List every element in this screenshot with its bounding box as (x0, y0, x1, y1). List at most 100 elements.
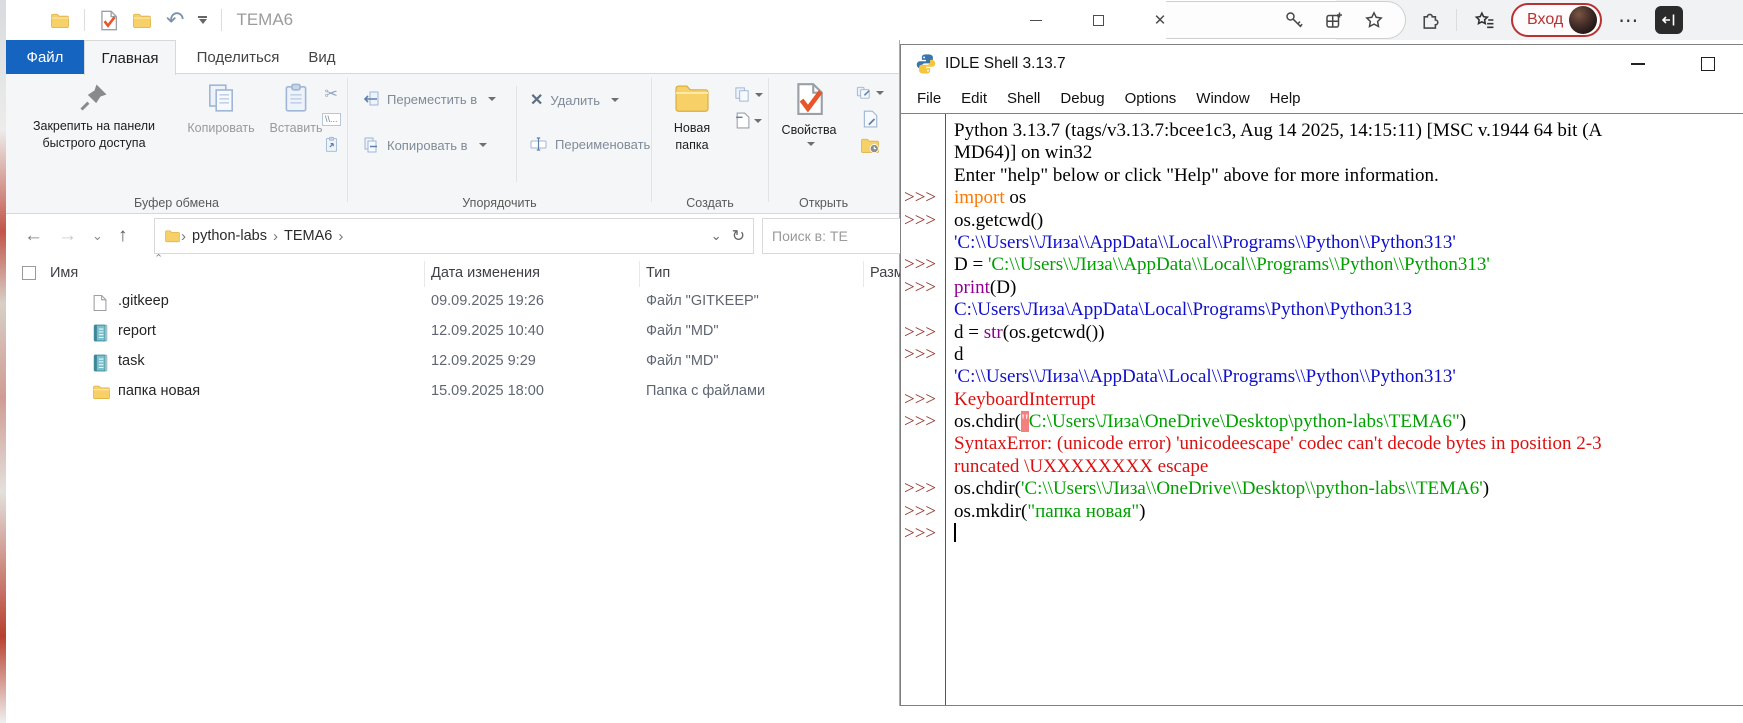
clipboard-small-buttons: ✂ \\... (322, 84, 341, 154)
cut-scissors-icon[interactable]: ✂ (325, 84, 338, 104)
menu-debug[interactable]: Debug (1050, 90, 1114, 107)
sidebar-toggle-icon[interactable] (1655, 6, 1683, 34)
console-line: d = str(os.getcwd()) (954, 322, 1743, 344)
column-name[interactable]: Имя (50, 265, 78, 281)
column-headers: ⌃ Имя Дата изменения Тип Разм (6, 258, 899, 292)
idle-maximize-button[interactable] (1683, 45, 1733, 83)
column-size[interactable]: Разм (870, 265, 904, 281)
menu-file[interactable]: File (907, 90, 951, 107)
file-row[interactable]: report12.09.2025 10:40Файл "MD" (6, 318, 899, 348)
address-dropdown-caret-icon[interactable]: ⌄ (711, 228, 722, 244)
properties-check-icon (794, 82, 824, 116)
rename-icon (530, 136, 548, 152)
menu-window[interactable]: Window (1186, 90, 1259, 107)
file-icon (92, 294, 110, 312)
explorer-window: Файл Главная Поделиться Вид Закрепить на… (6, 40, 900, 706)
menu-options[interactable]: Options (1115, 90, 1187, 107)
copy-path-icon[interactable]: \\... (322, 113, 341, 126)
breadcrumb[interactable]: › python-labs › ТЕМА6 › ⌄ ↻ (154, 218, 754, 254)
history-folder-icon[interactable] (860, 137, 880, 154)
ribbon-group-clipboard: Закрепить на панели быстрого доступа Коп… (6, 74, 347, 213)
paste-shortcut-icon[interactable] (323, 135, 340, 154)
idle-minimize-button[interactable] (1613, 45, 1663, 83)
menu-help[interactable]: Help (1260, 90, 1311, 107)
crumb-python-labs[interactable]: python-labs (186, 228, 273, 244)
paste-label: Вставить (270, 120, 323, 137)
paste-button[interactable]: Вставить (264, 82, 328, 137)
up-icon[interactable]: ↑ (118, 214, 128, 258)
maximize-button[interactable] (1067, 0, 1129, 40)
qat-customize-icon[interactable] (198, 16, 207, 24)
python-icon (915, 53, 937, 75)
console-line: MD64)] on win32 (954, 142, 1743, 164)
signin-label: Вход (1527, 11, 1563, 29)
delete-button[interactable]: ✕ Удалить (530, 90, 619, 110)
minimize-button[interactable] (1005, 0, 1067, 40)
password-key-icon[interactable] (1283, 9, 1305, 31)
new-item-button[interactable] (734, 86, 763, 103)
console-prompt: >>> (901, 523, 945, 545)
favorites-star-icon[interactable] (1363, 9, 1385, 31)
checkmark-document-icon[interactable] (99, 10, 118, 31)
prompt-gutter: >>>>>> >>>>>> >>>>>> >>>>>> >>>>>>>>> (901, 114, 945, 705)
tab-view[interactable]: Вид (298, 40, 346, 74)
console-line: import os (954, 187, 1743, 209)
console-line: Enter "help" below or click "Help" above… (954, 165, 1743, 187)
extensions-puzzle-icon[interactable] (1418, 9, 1440, 31)
console-line: os.getcwd() (954, 210, 1743, 232)
tab-home[interactable]: Главная (84, 40, 176, 75)
file-name[interactable]: task (118, 353, 145, 369)
file-name[interactable]: .gitkeep (118, 293, 169, 309)
folder-shortcut-icon[interactable] (132, 12, 152, 29)
crumb-tema6[interactable]: ТЕМА6 (278, 228, 338, 244)
window-folder-icon (50, 12, 70, 29)
column-type[interactable]: Тип (646, 265, 670, 281)
copy-to-button[interactable]: Копировать в (362, 136, 487, 154)
signin-button[interactable]: Вход (1511, 3, 1602, 37)
new-folder-icon (673, 82, 711, 114)
file-name[interactable]: папка новая (118, 383, 200, 399)
console-prompt-empty (901, 366, 945, 388)
console-text[interactable]: Python 3.13.7 (tags/v3.13.7:bcee1c3, Aug… (954, 114, 1743, 705)
address-row: ← → ⌄ ↑ › python-labs › ТЕМА6 › ⌄ ↻ Поис… (6, 214, 899, 258)
tab-share[interactable]: Поделиться (190, 40, 286, 74)
undo-icon[interactable]: ↶ (166, 9, 184, 31)
pin-quick-access-button[interactable]: Закрепить на панели быстрого доступа (14, 82, 174, 152)
move-to-button[interactable]: Переместить в (362, 90, 496, 108)
console-line: os.chdir('C:\\Users\\Лиза\\OneDrive\\Des… (954, 478, 1743, 500)
console-prompt-empty (901, 433, 945, 455)
new-folder-button[interactable]: Новая папка (656, 82, 728, 154)
edge-buttons: Вход ⋯ (1418, 0, 1683, 40)
favorites-hub-icon[interactable] (1473, 9, 1495, 31)
avatar (1569, 6, 1597, 34)
forward-icon[interactable]: → (58, 214, 77, 258)
pin-icon (79, 82, 109, 112)
console-line: print(D) (954, 277, 1743, 299)
properties-button[interactable]: Свойства (773, 82, 845, 146)
menu-edit[interactable]: Edit (951, 90, 997, 107)
search-input[interactable]: Поиск в: ТЕ (762, 218, 903, 254)
column-date[interactable]: Дата изменения (431, 265, 540, 281)
easy-access-button[interactable] (735, 112, 762, 129)
tab-file[interactable]: Файл (6, 40, 84, 74)
file-row[interactable]: task12.09.2025 9:29Файл "MD" (6, 348, 899, 378)
select-all-checkbox[interactable] (22, 266, 36, 280)
edge-menu-dots-icon[interactable]: ⋯ (1618, 8, 1639, 33)
back-icon[interactable]: ← (24, 214, 43, 258)
file-row[interactable]: .gitkeep09.09.2025 19:26Файл "GITKEEP" (6, 288, 899, 318)
refresh-icon[interactable]: ↻ (732, 226, 745, 246)
console-line: Python 3.13.7 (tags/v3.13.7:bcee1c3, Aug… (954, 120, 1743, 142)
file-name[interactable]: report (118, 323, 156, 339)
divider (221, 9, 222, 31)
menu-shell[interactable]: Shell (997, 90, 1050, 107)
recent-locations-caret-icon[interactable]: ⌄ (92, 214, 103, 258)
idle-console[interactable]: >>>>>> >>>>>> >>>>>> >>>>>> >>>>>>>>> Py… (901, 113, 1743, 705)
copy-button[interactable]: Копировать (178, 82, 264, 137)
edit-button[interactable] (855, 84, 884, 101)
edit-page-icon[interactable] (862, 110, 878, 128)
collections-icon[interactable] (1323, 9, 1345, 31)
file-row[interactable]: папка новая15.09.2025 18:00Папка с файла… (6, 378, 899, 408)
search-value: Поиск в: ТЕ (763, 228, 848, 244)
crumb-chevron: › (338, 228, 343, 245)
rename-button[interactable]: Переименовать (530, 136, 650, 152)
